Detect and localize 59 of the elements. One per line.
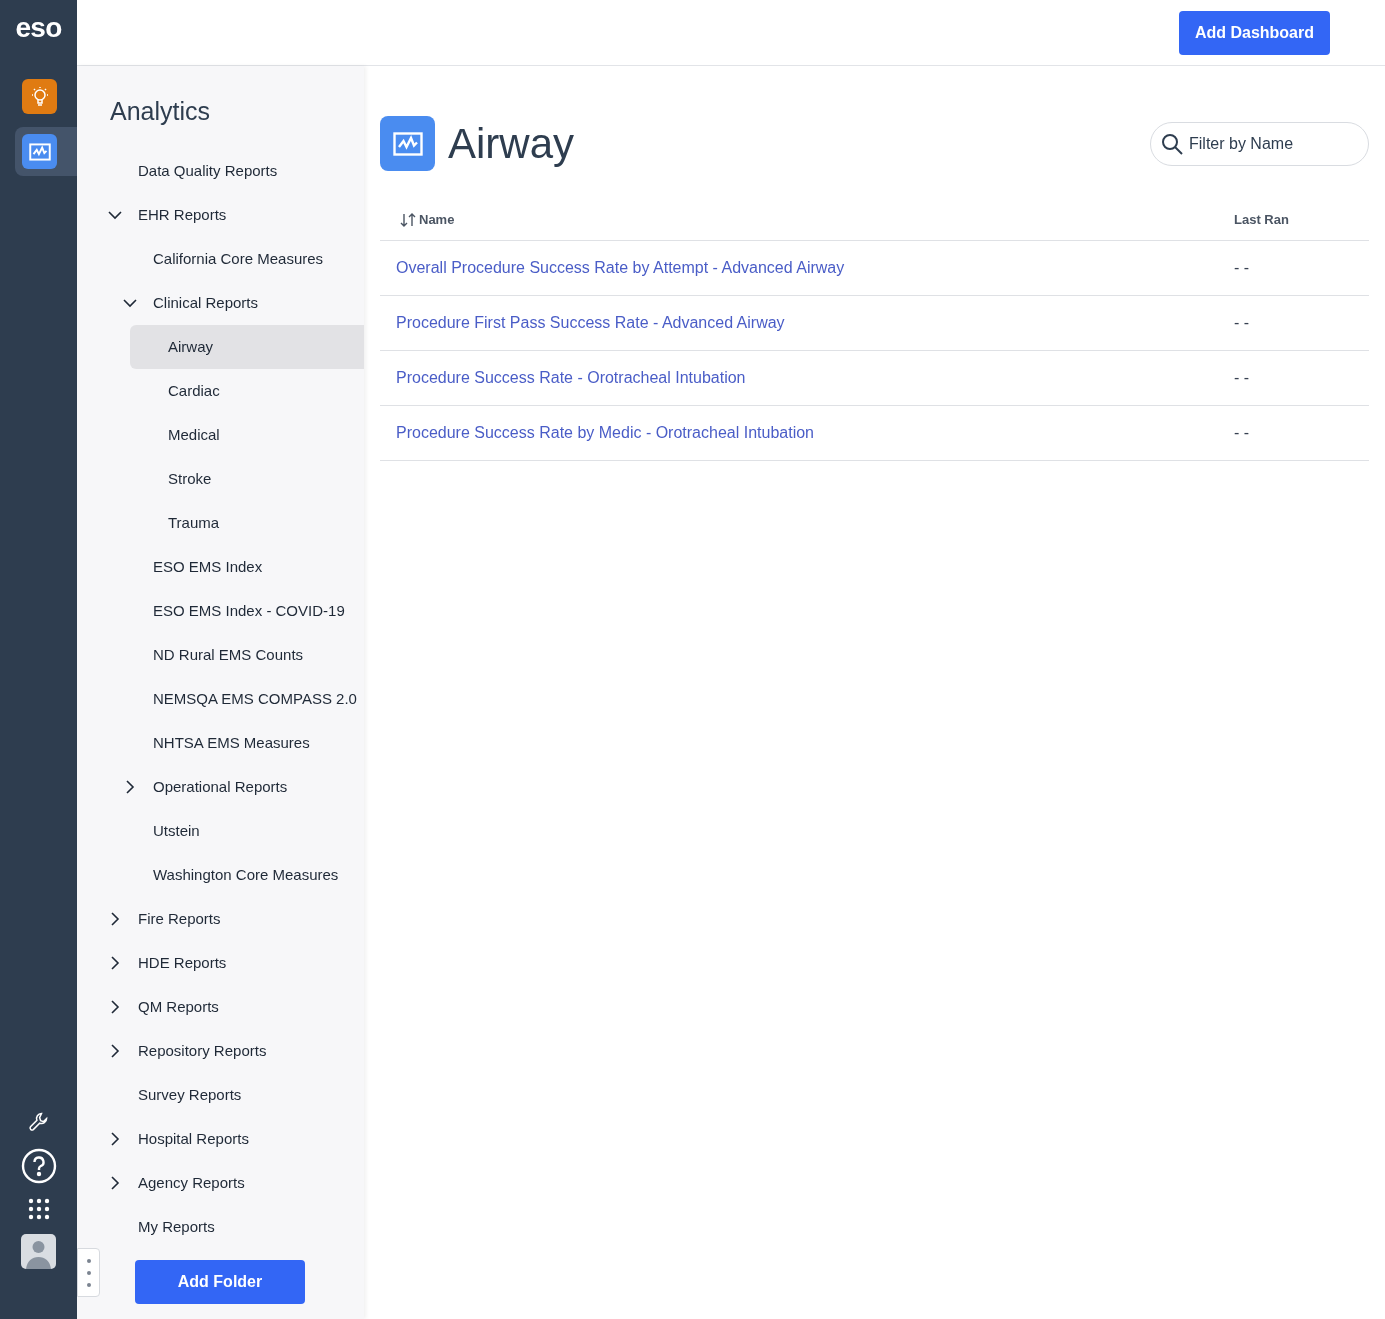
report-link[interactable]: Procedure First Pass Success Rate - Advanced Airway bbox=[396, 314, 785, 331]
help-icon[interactable] bbox=[20, 1148, 57, 1184]
tree-item[interactable]: Clinical Reports bbox=[77, 281, 364, 325]
sort-icon[interactable] bbox=[400, 212, 416, 227]
chevron-right-icon[interactable] bbox=[108, 912, 122, 926]
rail-app-button[interactable] bbox=[15, 127, 77, 176]
column-header[interactable]: Name bbox=[419, 209, 455, 230]
tree-item[interactable]: Repository Reports bbox=[77, 1029, 364, 1073]
tree-item[interactable]: Data Quality Reports bbox=[77, 149, 364, 193]
chevron-right-icon[interactable] bbox=[108, 1044, 122, 1058]
chevron-right-icon[interactable] bbox=[108, 1132, 122, 1146]
filter-field[interactable]: Filter by Name bbox=[1150, 121, 1369, 166]
tree-item[interactable]: NHTSA EMS Measures bbox=[77, 721, 364, 765]
tree-item[interactable]: EHR Reports bbox=[77, 193, 364, 237]
report-link[interactable]: Procedure Success Rate - Orotracheal Intubation bbox=[396, 369, 746, 386]
chevron-down-icon[interactable] bbox=[123, 296, 137, 310]
sidebar-title: Analytics bbox=[110, 96, 212, 127]
chart-icon bbox=[380, 116, 435, 171]
tree-item[interactable]: Operational Reports bbox=[77, 765, 364, 809]
tree-item[interactable]: Utstein bbox=[77, 809, 364, 853]
chevron-right-icon[interactable] bbox=[108, 1000, 122, 1014]
add-dashboard-button[interactable]: Add Dashboard bbox=[1178, 10, 1330, 55]
lightbulb-icon bbox=[22, 79, 57, 114]
tree-item[interactable]: Hospital Reports bbox=[77, 1117, 364, 1161]
tree-item[interactable]: My Reports bbox=[77, 1205, 364, 1249]
chevron-right-icon[interactable] bbox=[108, 1176, 122, 1190]
app-grid-icon[interactable] bbox=[27, 1198, 50, 1220]
add-folder-button[interactable]: Add Folder bbox=[135, 1260, 305, 1304]
table-cell-text: - - bbox=[1234, 258, 1251, 278]
column-header[interactable]: Last Ran bbox=[1234, 209, 1369, 230]
tree-item[interactable]: Trauma bbox=[77, 501, 364, 545]
tree-item[interactable]: Survey Reports bbox=[77, 1073, 364, 1117]
report-link[interactable]: Procedure Success Rate by Medic - Orotracheal Intubation bbox=[396, 424, 814, 441]
table-cell-text: - - bbox=[1234, 368, 1251, 388]
chart-icon bbox=[22, 134, 57, 169]
search-icon bbox=[1160, 131, 1184, 156]
page-title: Airway bbox=[448, 122, 575, 165]
tree-item[interactable]: ESO EMS Index bbox=[77, 545, 364, 589]
tree-item[interactable]: NEMSQA EMS COMPASS 2.0 bbox=[77, 677, 364, 721]
tree-item[interactable]: Stroke bbox=[77, 457, 364, 501]
tree-item[interactable]: Cardiac bbox=[77, 369, 364, 413]
tree-item[interactable]: Washington Core Measures bbox=[77, 853, 364, 897]
tree-item[interactable]: ESO EMS Index - COVID-19 bbox=[77, 589, 364, 633]
tree-item[interactable]: Agency Reports bbox=[77, 1161, 364, 1205]
chevron-down-icon[interactable] bbox=[108, 208, 122, 222]
tree-item[interactable]: California Core Measures bbox=[77, 237, 364, 281]
tree-item[interactable]: Medical bbox=[77, 413, 364, 457]
tree-item[interactable]: HDE Reports bbox=[77, 941, 364, 985]
tree-item[interactable]: Airway bbox=[130, 325, 364, 369]
chevron-right-icon[interactable] bbox=[123, 780, 137, 794]
chevron-right-icon[interactable] bbox=[108, 956, 122, 970]
tree-item[interactable]: Fire Reports bbox=[77, 897, 364, 941]
tree-item[interactable]: QM Reports bbox=[77, 985, 364, 1029]
resize-handle[interactable] bbox=[77, 1248, 100, 1297]
logo: eso bbox=[15, 14, 62, 42]
table-cell-text: - - bbox=[1234, 313, 1251, 333]
tree-item[interactable]: ND Rural EMS Counts bbox=[77, 633, 364, 677]
table-cell-text: - - bbox=[1234, 423, 1251, 443]
report-link[interactable]: Overall Procedure Success Rate by Attempt - Advanced Airway bbox=[396, 259, 845, 276]
